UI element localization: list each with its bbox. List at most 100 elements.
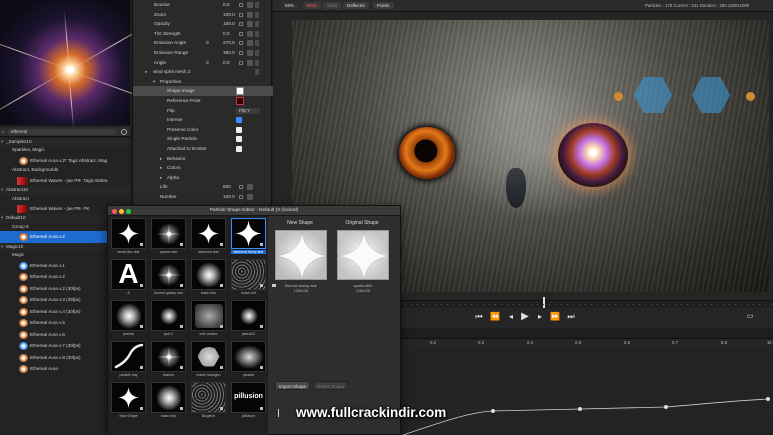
- stepper-icon[interactable]: [239, 31, 243, 36]
- graph-toggle-icon[interactable]: [255, 50, 259, 56]
- inspector-param-row[interactable]: Zoom 100.0: [133, 10, 273, 20]
- bg-toggle-button[interactable]: BGS: [303, 2, 321, 9]
- graph-toggle-icon[interactable]: [255, 11, 259, 18]
- reference-point-row[interactable]: Reference Point: [133, 96, 273, 106]
- attached-row[interactable]: Attached to Emitter: [133, 144, 273, 154]
- slider-handle-icon[interactable]: [278, 409, 279, 417]
- fast-forward-icon[interactable]: ⏩: [550, 312, 560, 322]
- shape-image-row[interactable]: Shape Image: [133, 86, 273, 96]
- flip-row[interactable]: Flip Flip Y: [133, 106, 273, 116]
- shape-cell[interactable]: New Shape: [111, 382, 146, 420]
- go-to-end-icon[interactable]: ⏭: [566, 312, 576, 322]
- keyframe-icon[interactable]: [247, 40, 253, 47]
- shape-cell[interactable]: small disc star: [111, 218, 146, 256]
- stepper-icon[interactable]: [239, 195, 243, 199]
- flip-dropdown[interactable]: Flip Y: [236, 107, 260, 114]
- keyframe-icon[interactable]: [247, 59, 253, 66]
- layer-row[interactable]: ▸ wind spirit mesh 2: [133, 67, 273, 77]
- deflector-button[interactable]: Deflector: [343, 2, 370, 9]
- inspector-param-row[interactable]: Angle 0 0.0: [133, 58, 273, 68]
- behavior-group[interactable]: ▸ Behavior: [133, 154, 273, 164]
- shape-cell[interactable]: pillusion pillusion: [231, 382, 266, 420]
- library-item[interactable]: Ethereal Aura v.2* Tags:Abstract, Mag: [0, 155, 130, 167]
- inspector-param-row[interactable]: Tint Strength 0.0: [133, 29, 273, 39]
- shape-cell[interactable]: flashes: [151, 341, 186, 379]
- keyframe-icon[interactable]: [247, 21, 253, 28]
- new-shape-preview[interactable]: [275, 230, 327, 280]
- keyframe-icon[interactable]: [247, 50, 253, 56]
- step-back-icon[interactable]: ◂: [506, 312, 516, 322]
- inspector-random-value[interactable]: 0: [206, 38, 209, 48]
- colors-group[interactable]: ▸ Colors: [133, 163, 273, 173]
- shape-cell[interactable]: AA: [111, 259, 146, 297]
- shape-cell[interactable]: pseudo2: [231, 300, 266, 338]
- stepper-icon[interactable]: [239, 51, 243, 55]
- library-group[interactable]: _Samples10: [0, 138, 130, 147]
- number-value[interactable]: 100.0: [223, 192, 237, 202]
- library-subgroup[interactable]: Abstract, Backgrounds: [0, 166, 130, 174]
- stepper-icon[interactable]: [239, 12, 243, 17]
- minimize-window-icon[interactable]: [119, 208, 124, 214]
- keyframe-icon[interactable]: [247, 11, 253, 18]
- shape-cell[interactable]: sparse star: [151, 218, 186, 256]
- intense-checkbox[interactable]: [236, 117, 242, 124]
- inspector-value[interactable]: 100.0: [223, 19, 237, 29]
- close-window-icon[interactable]: [112, 208, 117, 214]
- library-search-input[interactable]: ethereal: [8, 129, 116, 135]
- reference-point-swatch[interactable]: [236, 97, 244, 105]
- inspector-param-row[interactable]: Bounce 0.0: [133, 0, 273, 10]
- go-to-start-icon[interactable]: ⏮: [474, 312, 484, 322]
- loop-icon[interactable]: ▭: [745, 312, 755, 322]
- disclosure-triangle-icon[interactable]: ▸: [160, 154, 162, 164]
- inspector-param-row[interactable]: Opacity 100.0: [133, 19, 273, 29]
- inspector-value[interactable]: 0.0: [223, 0, 237, 10]
- disclosure-triangle-icon[interactable]: ▸: [160, 163, 162, 173]
- keyframe-icon[interactable]: [247, 184, 253, 191]
- graph-toggle-icon[interactable]: [255, 40, 259, 47]
- shape-cell[interactable]: soft contour: [191, 300, 226, 338]
- points-button[interactable]: Points: [373, 2, 394, 9]
- shape-cell[interactable]: basic blur: [151, 382, 186, 420]
- life-row[interactable]: Life 600: [133, 182, 273, 192]
- graph-toggle-icon[interactable]: [255, 59, 259, 66]
- shape-cell[interactable]: basic blur: [191, 259, 226, 297]
- properties-group[interactable]: ▾ Properties: [133, 77, 273, 87]
- keyframe-icon[interactable]: [247, 194, 253, 200]
- shape-cell[interactable]: diamond star: [191, 218, 226, 256]
- rewind-icon[interactable]: ⏪: [490, 312, 500, 322]
- delete-shape-button[interactable]: Delete Shape: [313, 381, 349, 390]
- stepper-icon[interactable]: [239, 41, 243, 46]
- disclosure-triangle-icon[interactable]: ▸: [160, 173, 162, 183]
- intense-row[interactable]: Intense: [133, 115, 273, 125]
- number-row[interactable]: Number 100.0: [133, 192, 273, 202]
- keyframe-icon[interactable]: [247, 2, 253, 8]
- import-shape-button[interactable]: Import Shape: [275, 381, 311, 390]
- shape-cell[interactable]: bokeh hexagon: [191, 341, 226, 379]
- keyframe-icon[interactable]: [247, 30, 253, 37]
- inspector-random-value[interactable]: 0: [206, 58, 209, 68]
- library-subgroup[interactable]: Sparkles, Magic: [0, 146, 130, 154]
- zoom-window-icon[interactable]: [126, 208, 131, 214]
- step-forward-icon[interactable]: ▸: [535, 312, 545, 322]
- single-particle-checkbox[interactable]: [236, 136, 242, 143]
- preserve-color-row[interactable]: Preserve Color: [133, 125, 273, 135]
- graph-toggle-icon[interactable]: [255, 2, 259, 8]
- stats-toggle-button[interactable]: Stats: [323, 2, 342, 9]
- attached-checkbox[interactable]: [236, 146, 242, 152]
- shape-cell[interactable]: Blogtech: [191, 382, 226, 420]
- inspector-value[interactable]: 0.0: [223, 29, 237, 39]
- stepper-icon[interactable]: [239, 185, 243, 190]
- inspector-param-row[interactable]: Emission Range 360.0: [133, 48, 273, 58]
- disclosure-triangle-icon[interactable]: ▾: [153, 77, 155, 87]
- shape-cell[interactable]: diamond blurry star: [231, 218, 266, 256]
- stepper-icon[interactable]: [239, 3, 243, 7]
- inspector-value[interactable]: 100.0: [223, 10, 237, 20]
- clear-search-icon[interactable]: [121, 129, 127, 135]
- shape-cell[interactable]: blurred galaxy star: [151, 259, 186, 297]
- graph-toggle-icon[interactable]: [255, 30, 259, 37]
- play-icon[interactable]: ▶: [520, 312, 530, 322]
- shape-image-swatch[interactable]: [236, 87, 244, 96]
- shape-cell[interactable]: pseudo: [111, 300, 146, 338]
- inspector-value[interactable]: 0.0: [223, 58, 237, 68]
- graph-toggle-icon[interactable]: [255, 21, 259, 28]
